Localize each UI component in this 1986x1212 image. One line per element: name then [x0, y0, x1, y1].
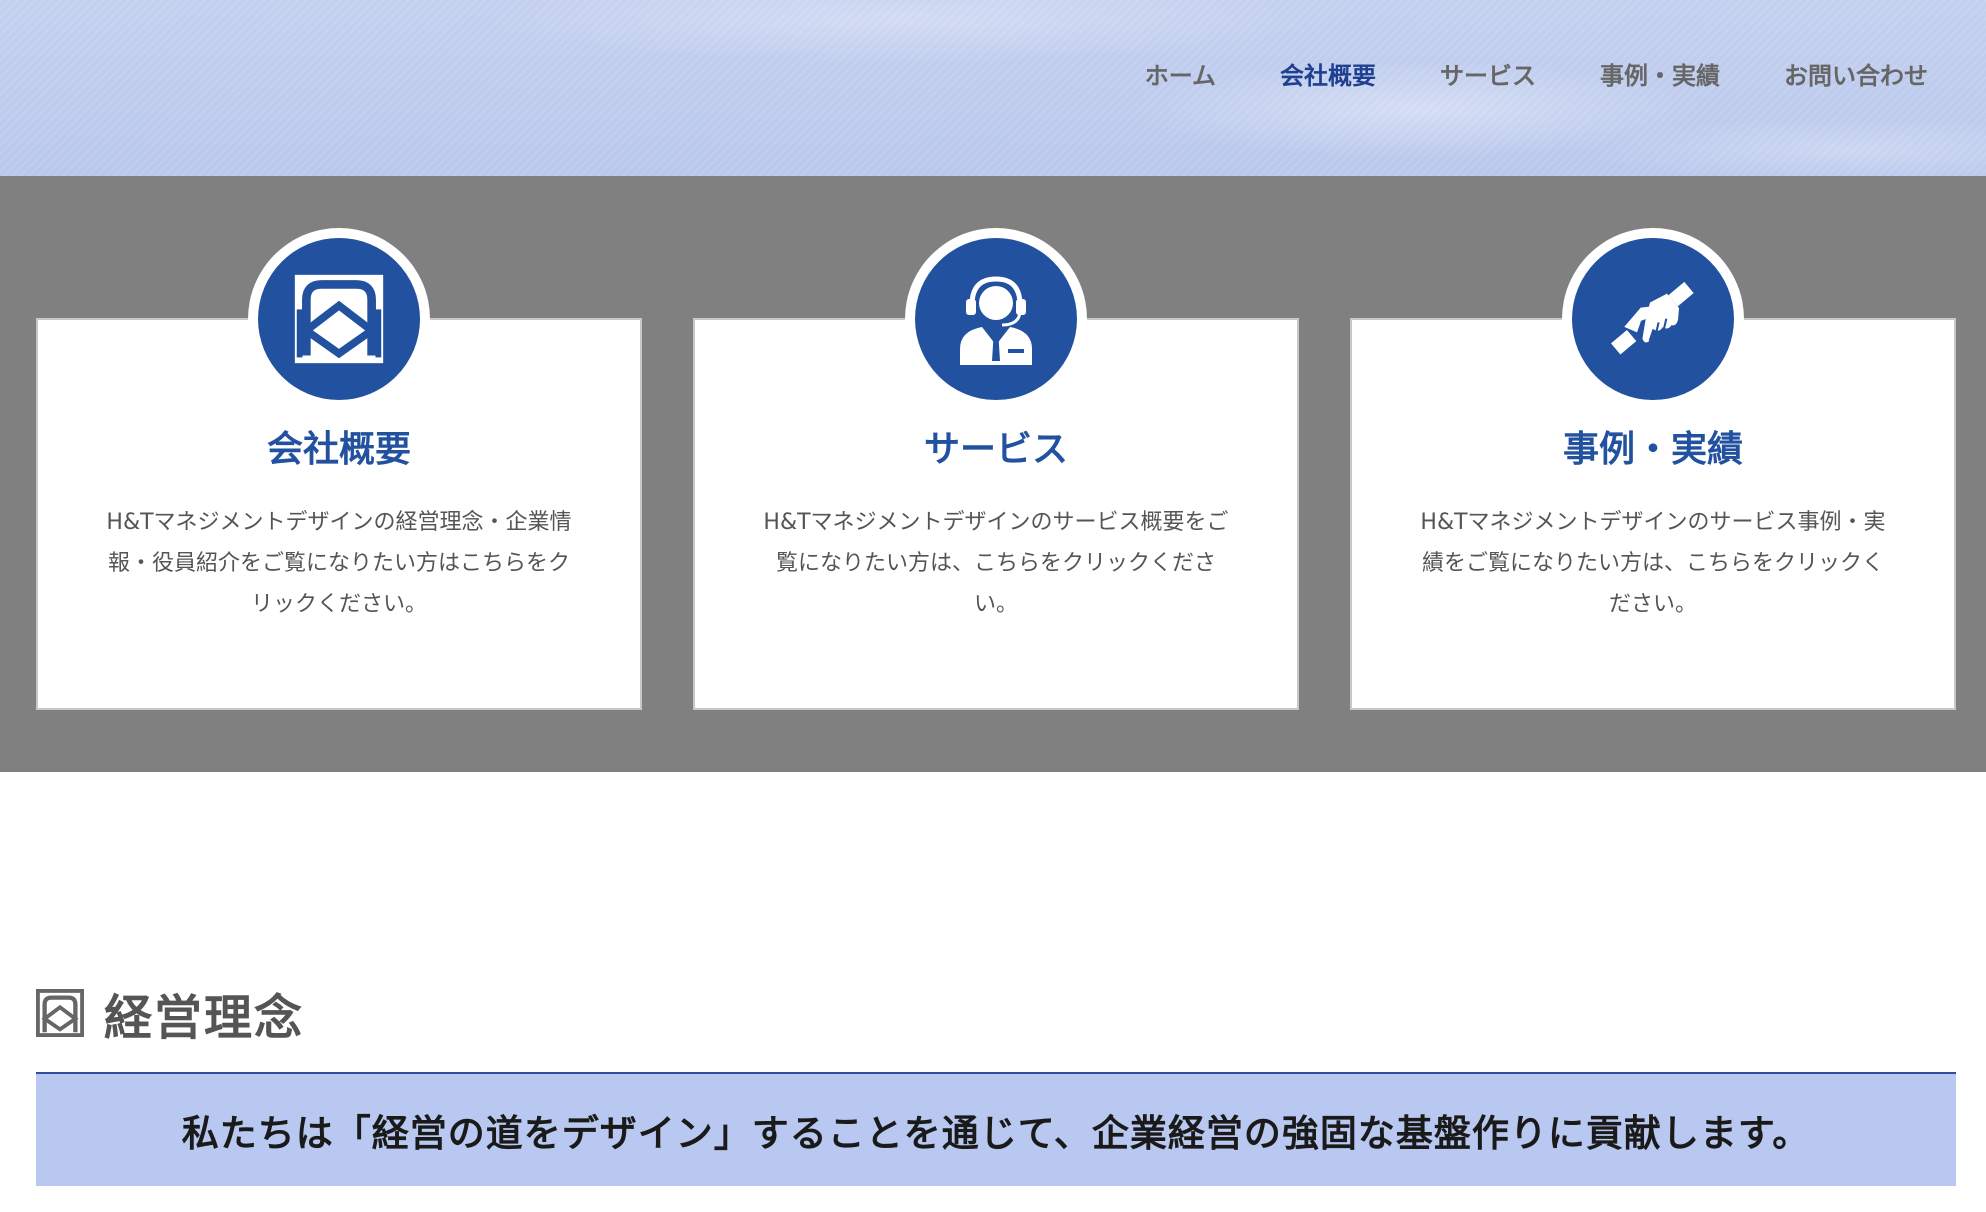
card-title: サービス — [923, 429, 1068, 470]
card-cases-badge[interactable] — [1562, 228, 1744, 410]
card-title: 会社概要 — [266, 429, 411, 470]
philosophy-banner: 私たちは「経営の道をデザイン」することを通じて、企業経営の強固な基盤作りに貢献し… — [36, 1072, 1956, 1186]
card-description: H&Tマネジメントデザインの経営理念・企業情報・役員紹介をご覧になりたい方はこち… — [106, 510, 572, 617]
philosophy-text: 私たちは「経営の道をデザイン」することを通じて、企業経営の強固な基盤作りに貢献し… — [181, 1112, 1811, 1155]
company-logo-icon — [294, 274, 384, 364]
nav-services[interactable]: サービス — [1408, 54, 1568, 98]
card-description: H&Tマネジメントデザインのサービス事例・実績をご覧になりたい方は、こちらをクリ… — [1420, 510, 1886, 617]
nav-home[interactable]: ホーム — [1113, 54, 1248, 98]
card-services-badge[interactable] — [905, 228, 1087, 410]
section-heading: 経営理念 — [36, 978, 304, 1048]
nav-company[interactable]: 会社概要 — [1248, 54, 1408, 98]
handshake-icon — [1611, 281, 1694, 355]
card-title: 事例・実績 — [1562, 429, 1743, 470]
main-nav: ホーム 会社概要 サービス 事例・実績 お問い合わせ — [1113, 54, 1928, 98]
nav-cases[interactable]: 事例・実績 — [1568, 54, 1752, 98]
company-logo-icon — [36, 989, 84, 1037]
section-title: 経営理念 — [104, 990, 305, 1046]
site-header: ホーム 会社概要 サービス 事例・実績 お問い合わせ — [0, 0, 1986, 176]
card-description: H&Tマネジメントデザインのサービス概要をご覧になりたい方は、こちらをクリックく… — [763, 510, 1229, 617]
nav-contact[interactable]: お問い合わせ — [1752, 54, 1928, 98]
headset-operator-icon — [960, 276, 1032, 365]
card-company-badge[interactable] — [248, 228, 430, 410]
